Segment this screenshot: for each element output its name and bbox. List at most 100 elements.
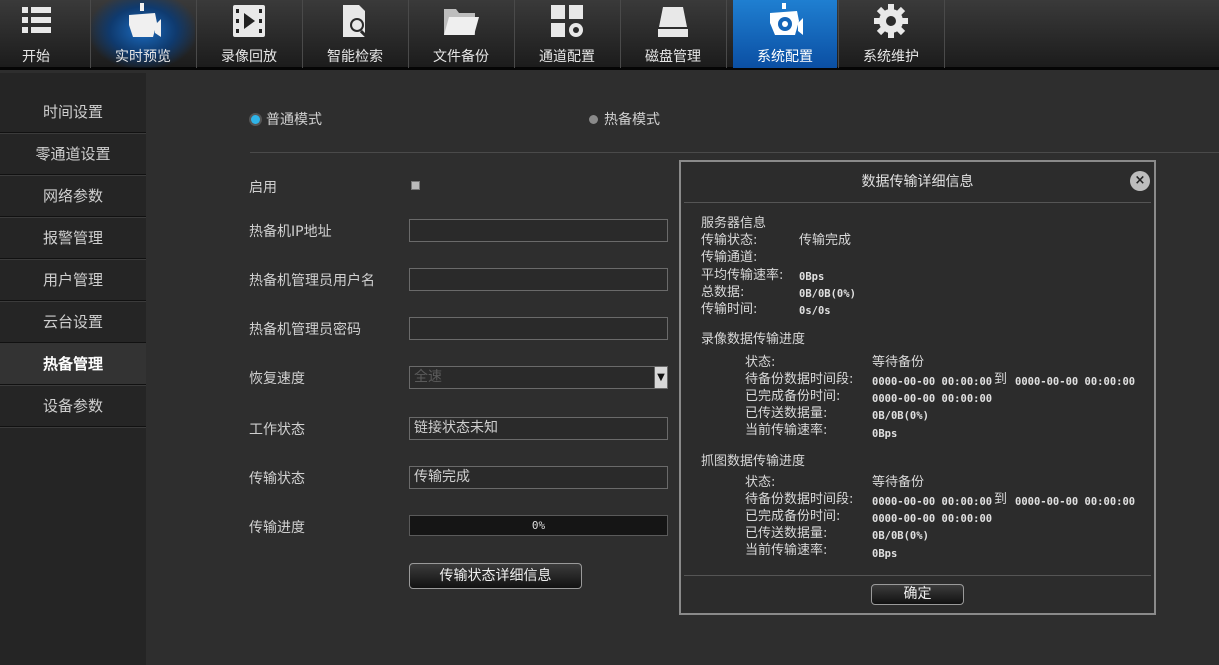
toolbar-divider (944, 0, 945, 68)
chevron-down-icon[interactable]: ▼ (654, 367, 667, 388)
speed-select[interactable]: 全速 ▼ (409, 366, 668, 389)
enable-checkbox[interactable] (411, 181, 420, 190)
progress-label: 传输进度 (249, 520, 305, 536)
grid-gear-icon (551, 5, 583, 37)
record-done-label: 已完成备份时间: (745, 389, 841, 404)
close-icon[interactable]: × (1130, 171, 1150, 191)
record-pending-label: 待备份数据时间段: (745, 372, 854, 387)
capture-pending-from: 0000-00-00 00:00:00 (872, 496, 993, 508)
record-pending-to: 0000-00-00 00:00:00 (1015, 376, 1136, 388)
record-state-value: 等待备份 (872, 355, 925, 370)
sidebar-item-zero-channel[interactable]: 零通道设置 (0, 133, 146, 175)
transfer-detail-button[interactable]: 传输状态详细信息 (409, 563, 582, 589)
capture-state-value: 等待备份 (872, 475, 925, 490)
toolbar-playback[interactable]: 录像回放 (197, 0, 301, 68)
toolbar-label: 通道配置 (539, 49, 595, 65)
sidebar-item-users[interactable]: 用户管理 (0, 259, 146, 301)
transfer-detail-dialog: 数据传输详细信息 × 服务器信息 传输状态: 传输完成 传输通道: 平均传输速率… (679, 160, 1156, 615)
capture-done-value: 0000-00-00 00:00:00 (872, 513, 993, 525)
time-label: 传输时间: (701, 302, 758, 317)
gear-icon (874, 4, 908, 38)
doc-search-icon (343, 5, 368, 38)
dialog-divider (684, 575, 1151, 576)
record-sent-value: 0B/0B(0%) (872, 410, 929, 422)
sidebar-item-alarm[interactable]: 报警管理 (0, 217, 146, 259)
username-input[interactable] (409, 268, 668, 291)
time-value: 0s/0s (799, 305, 831, 317)
capture-pending-label: 待备份数据时间段: (745, 492, 854, 507)
channel-label: 传输通道: (701, 250, 758, 265)
folder-icon (444, 9, 479, 35)
toolbar-disk-management[interactable]: 磁盘管理 (621, 0, 725, 68)
record-rate-value: 0Bps (872, 428, 898, 440)
record-done-value: 0000-00-00 00:00:00 (872, 393, 993, 405)
toolbar-label: 实时预览 (115, 49, 171, 65)
record-rate-label: 当前传输速率: (745, 423, 828, 438)
record-pending-from: 0000-00-00 00:00:00 (872, 376, 993, 388)
dialog-title: 数据传输详细信息 (861, 174, 974, 190)
toolbar-divider (726, 0, 727, 68)
disk-icon (658, 7, 688, 37)
record-progress-title: 录像数据传输进度 (701, 332, 806, 347)
transfer-status-field: 传输完成 (409, 466, 668, 489)
mode-hot-standby-radio[interactable]: 热备模式 (589, 109, 660, 129)
toolbar-start[interactable]: 开始 (0, 0, 88, 68)
capture-pending-to: 0000-00-00 00:00:00 (1015, 496, 1136, 508)
top-toolbar: 开始 实时预览 录像回放 智能检索 文件备份 通道配置 磁盘管理 系统配置 系统… (0, 0, 1219, 70)
toolbar-live-view[interactable]: 实时预览 (91, 0, 195, 68)
list-icon (22, 7, 51, 33)
toolbar-label: 录像回放 (221, 49, 277, 65)
dialog-divider (684, 202, 1151, 203)
toolbar-system-maintenance[interactable]: 系统维护 (839, 0, 943, 68)
capture-sent-label: 已传送数据量: (745, 526, 828, 541)
capture-progress-title: 抓图数据传输进度 (701, 454, 806, 469)
ok-button[interactable]: 确定 (871, 584, 964, 605)
mode-hot-standby-label: 热备模式 (604, 112, 660, 128)
mode-normal-radio[interactable]: 普通模式 (251, 109, 322, 129)
radio-selected-icon (251, 114, 260, 124)
speed-value: 全速 (414, 369, 442, 385)
capture-rate-label: 当前传输速率: (745, 543, 828, 558)
toolbar-smart-search[interactable]: 智能检索 (303, 0, 407, 68)
capture-rate-value: 0Bps (872, 548, 898, 560)
sidebar-item-device-params[interactable]: 设备参数 (0, 385, 146, 427)
camera-icon (129, 3, 161, 37)
status-label: 传输状态: (701, 233, 758, 248)
password-label: 热备机管理员密码 (249, 322, 361, 338)
speed-label: 恢复速度 (249, 371, 305, 387)
work-status-label: 工作状态 (249, 422, 305, 438)
avg-rate-label: 平均传输速率: (701, 268, 784, 283)
status-value: 传输完成 (799, 233, 852, 248)
capture-done-label: 已完成备份时间: (745, 509, 841, 524)
divider (250, 152, 1219, 153)
avg-rate-value: 0Bps (799, 271, 825, 283)
record-state-label: 状态: (745, 355, 776, 370)
toolbar-file-backup[interactable]: 文件备份 (409, 0, 513, 68)
record-sent-label: 已传送数据量: (745, 406, 828, 421)
ip-input[interactable] (409, 219, 668, 242)
transfer-status-label: 传输状态 (249, 471, 305, 487)
record-pending-to-label: 到 (994, 372, 1008, 387)
username-label: 热备机管理员用户名 (249, 273, 375, 289)
toolbar-label: 系统配置 (757, 49, 813, 65)
capture-state-label: 状态: (745, 475, 776, 490)
toolbar-label: 文件备份 (433, 49, 489, 65)
toolbar-label: 磁盘管理 (645, 49, 701, 65)
toolbar-label: 系统维护 (863, 49, 919, 65)
sidebar-item-network[interactable]: 网络参数 (0, 175, 146, 217)
sidebar-item-time-settings[interactable]: 时间设置 (0, 91, 146, 133)
password-input[interactable] (409, 317, 668, 340)
ip-label: 热备机IP地址 (249, 224, 332, 240)
sidebar: 时间设置 零通道设置 网络参数 报警管理 用户管理 云台设置 热备管理 设备参数 (0, 73, 146, 665)
sidebar-item-ptz[interactable]: 云台设置 (0, 301, 146, 343)
capture-pending-to-label: 到 (994, 492, 1008, 507)
sidebar-item-hot-standby[interactable]: 热备管理 (0, 343, 146, 385)
toolbar-channel-config[interactable]: 通道配置 (515, 0, 619, 68)
server-info-title: 服务器信息 (701, 216, 767, 231)
radio-unselected-icon (589, 114, 598, 124)
total-label: 总数据: (701, 285, 745, 300)
toolbar-label: 智能检索 (327, 49, 383, 65)
toolbar-system-config[interactable]: 系统配置 (733, 0, 837, 68)
total-value: 0B/0B(0%) (799, 288, 856, 300)
enable-label: 启用 (249, 180, 277, 196)
